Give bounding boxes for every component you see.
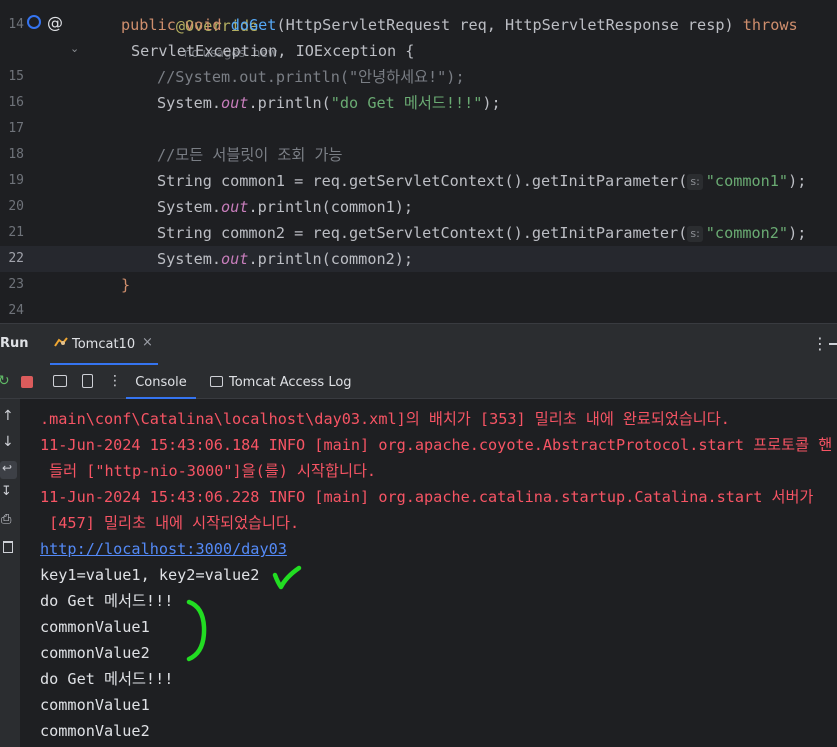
scroll-down-icon[interactable]: ↓: [2, 434, 14, 450]
rerun-icon[interactable]: ↻: [0, 373, 10, 389]
code-token: .println(common2);: [248, 250, 414, 268]
method-name: doGet: [230, 16, 277, 34]
throws-keyword: throws: [742, 16, 798, 34]
console-log-line: .main\conf\Catalina\localhost\day03.xml]…: [40, 410, 730, 428]
code-token: String common1 = req.getServletContext()…: [157, 172, 688, 190]
code-keyword: public void: [121, 16, 231, 34]
console-output-line: do Get 메서드!!!: [40, 592, 174, 610]
console-output-line: do Get 메서드!!!: [40, 670, 174, 688]
code-token: );: [788, 224, 807, 242]
code-line: String common1 = req.getServletContext()…: [0, 168, 837, 194]
closing-brace: }: [121, 276, 131, 294]
tab-label: Tomcat10: [72, 337, 136, 352]
console-output-line: commonValue1: [40, 696, 150, 714]
code-token: .println(common1);: [248, 198, 414, 216]
console-output-line: commonValue2: [40, 722, 150, 740]
code-token: String common2 = req.getServletContext()…: [157, 224, 688, 242]
static-field: out: [221, 250, 249, 268]
code-line: public void doGet(HttpServletRequest req…: [0, 12, 837, 38]
string-literal: "do Get 메서드!!!": [330, 94, 483, 112]
more-actions-icon[interactable]: ⋮: [108, 373, 122, 389]
stop-icon[interactable]: [21, 376, 33, 388]
console-log-line: 11-Jun-2024 15:43:06.184 INFO [main] org…: [40, 436, 833, 454]
console-log-line: [457] 밀리초 내에 시작되었습니다.: [40, 514, 300, 532]
tab-tomcat10[interactable]: Tomcat10 ×: [50, 324, 160, 365]
string-literal: "common2": [705, 224, 789, 242]
print-icon[interactable]: ⎙: [1, 512, 11, 527]
code-line: System.out.println(common1);: [0, 194, 837, 220]
scroll-to-end-icon[interactable]: ↧: [1, 484, 12, 499]
console-output-line: key1=value1, key2=value2: [40, 566, 260, 584]
tomcat-icon: [54, 335, 68, 349]
code-token: System.: [157, 250, 222, 268]
parameter-hint: s:: [687, 226, 703, 242]
hide-window-icon[interactable]: [829, 343, 837, 345]
console-log-line: 11-Jun-2024 15:43:06.228 INFO [main] org…: [40, 488, 814, 506]
parameter-hint: s:: [687, 174, 703, 190]
close-tab-icon[interactable]: ×: [142, 335, 153, 350]
code-line: String common2 = req.getServletContext()…: [0, 220, 837, 246]
code-line-current: System.out.println(common2);: [0, 246, 837, 272]
console-log-line: 들러 ["http-nio-3000"]을(를) 시작합니다.: [40, 462, 377, 480]
code-line-wrapped: ServletException, IOException {: [0, 38, 837, 64]
code-line: }: [0, 272, 837, 298]
run-window-title: Run: [0, 336, 29, 351]
localhost-link[interactable]: http://localhost:3000/day03: [40, 536, 287, 562]
more-options-icon[interactable]: ⋮: [812, 334, 828, 353]
tab-tomcat-access-log[interactable]: Tomcat Access Log: [210, 365, 360, 398]
terminal-icon: [210, 376, 223, 387]
code-token: System.: [157, 198, 222, 216]
run-toolbar: ↻ ⋮ Console Tomcat Access Log: [0, 365, 837, 399]
code-line: //모든 서블릿이 조회 가능: [0, 142, 837, 168]
code-line: System.out.println("do Get 메서드!!!");: [0, 90, 837, 116]
code-comment: //System.out.println("안녕하세요!");: [157, 68, 465, 86]
console-output-line: commonValue2: [40, 644, 150, 662]
green-checkmark-annotation: [272, 565, 302, 590]
code-token: System.: [157, 94, 222, 112]
code-editor[interactable]: 14 @ ⌄ 15 16 17 18 19 20 21 22 23 24 @Ov…: [0, 0, 837, 323]
console-output-line: commonValue1: [40, 618, 150, 636]
code-token: );: [788, 172, 807, 190]
green-bracket-annotation: [186, 599, 207, 662]
scroll-up-icon[interactable]: ↑: [2, 408, 14, 424]
string-literal: "common1": [705, 172, 789, 190]
subtab-label: Tomcat Access Log: [229, 375, 352, 390]
static-field: out: [221, 198, 249, 216]
screenshot-icon[interactable]: [53, 375, 67, 387]
method-params: (HttpServletRequest req, HttpServletResp…: [276, 16, 743, 34]
console-side-toolbar: ↑ ↓ ↩ ↧ ⎙: [0, 399, 20, 747]
code-token: );: [482, 94, 501, 112]
static-field: out: [221, 94, 249, 112]
clear-trash-icon[interactable]: [3, 541, 13, 553]
run-tool-window-header: Run Tomcat10 × ⋮: [0, 323, 837, 365]
throws-clause: ServletException, IOException {: [131, 42, 415, 60]
soft-wrap-glyph-icon: ↩: [2, 461, 13, 475]
export-icon[interactable]: [82, 374, 93, 388]
code-token: .println(: [248, 94, 331, 112]
subtab-label: Console: [135, 375, 187, 390]
code-line: //System.out.println("안녕하세요!");: [0, 64, 837, 90]
console-output[interactable]: .main\conf\Catalina\localhost\day03.xml]…: [20, 399, 837, 747]
code-comment: //모든 서블릿이 조회 가능: [157, 146, 343, 164]
tab-console[interactable]: Console: [126, 365, 196, 399]
